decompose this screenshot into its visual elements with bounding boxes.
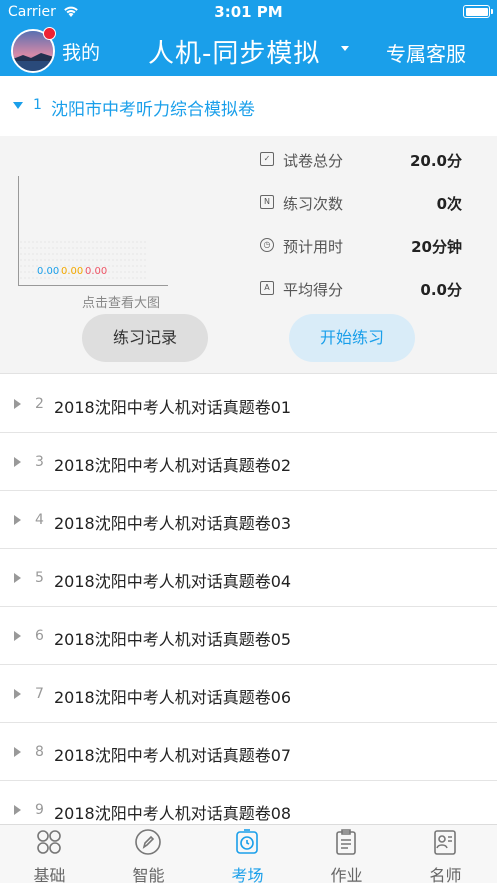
paper-title: 2018沈阳中考人机对话真题卷02: [54, 456, 292, 475]
top-bar: Carrier 3:01 PM 我的 人机-同步模拟 专属客服: [0, 0, 497, 76]
teacher-card-icon: [434, 830, 456, 855]
view-large-chart-link[interactable]: 点击查看大图: [82, 292, 160, 311]
tab-label: 名师: [429, 866, 462, 883]
paper-index: 7: [35, 686, 44, 702]
tab-teachers[interactable]: 名师: [396, 825, 495, 883]
score-mini-chart[interactable]: 0.00 0.00 0.00: [18, 176, 168, 286]
list-item[interactable]: 4 2018沈阳中考人机对话真题卷03: [0, 491, 497, 549]
chart-value-label: 0.00: [85, 266, 107, 277]
paper-row-expanded[interactable]: 1 沈阳市中考听力综合模拟卷: [0, 76, 497, 136]
battery-icon: [463, 5, 493, 18]
tab-smart[interactable]: 智能: [99, 825, 198, 883]
page-title[interactable]: 人机-同步模拟: [148, 33, 320, 70]
tab-label: 基础: [33, 866, 66, 883]
my-profile-link[interactable]: 我的: [62, 38, 100, 65]
paper-title: 沈阳市中考听力综合模拟卷: [51, 100, 255, 120]
grid-circles-icon: [37, 830, 61, 854]
list-item[interactable]: 3 2018沈阳中考人机对话真题卷02: [0, 433, 497, 491]
paper-index: 9: [35, 802, 44, 818]
tab-homework[interactable]: 作业: [297, 825, 396, 883]
paper-index: 2: [35, 396, 44, 412]
paper-title: 2018沈阳中考人机对话真题卷05: [54, 630, 292, 649]
paper-title: 2018沈阳中考人机对话真题卷08: [54, 804, 292, 823]
tab-label: 智能: [132, 866, 165, 883]
stat-label: 练习次数: [283, 195, 344, 213]
list-item[interactable]: 8 2018沈阳中考人机对话真题卷07: [0, 723, 497, 781]
triangle-right-icon: [14, 747, 21, 757]
list-item[interactable]: 5 2018沈阳中考人机对话真题卷04: [0, 549, 497, 607]
a-box-icon: A: [260, 281, 274, 295]
clock: 3:01 PM: [214, 3, 283, 21]
paper-index: 5: [35, 570, 44, 586]
stat-value: 0.0分: [420, 281, 462, 299]
paper-detail-panel: 0.00 0.00 0.00 点击查看大图 ✓ 试卷总分 20.0分 N 练习次…: [0, 136, 497, 374]
list-item[interactable]: 2 2018沈阳中考人机对话真题卷01: [0, 375, 497, 433]
pen-circle-icon: [135, 829, 161, 855]
triangle-right-icon: [14, 399, 21, 409]
timer-icon: [236, 829, 258, 854]
stat-value: 0次: [436, 195, 462, 213]
clipboard-list-icon: [336, 829, 356, 855]
chevron-down-icon[interactable]: [341, 46, 349, 51]
stat-practice-count: N 练习次数 0次: [260, 193, 470, 213]
stat-value: 20分钟: [411, 238, 462, 256]
tab-exam-room[interactable]: 考场: [198, 825, 297, 883]
stat-value: 20.0分: [409, 152, 462, 170]
paper-index: 4: [35, 512, 44, 528]
stat-label: 预计用时: [283, 238, 344, 256]
paper-title: 2018沈阳中考人机对话真题卷04: [54, 572, 292, 591]
triangle-right-icon: [14, 573, 21, 583]
practice-record-button[interactable]: 练习记录: [82, 314, 208, 362]
start-practice-button[interactable]: 开始练习: [289, 314, 415, 362]
clock-icon: ◷: [260, 238, 274, 252]
bottom-tab-bar: 基础 智能 考场 作业 名师: [0, 824, 497, 883]
status-bar: Carrier 3:01 PM: [0, 0, 497, 24]
clipboard-check-icon: ✓: [260, 152, 274, 166]
paper-index: 6: [35, 628, 44, 644]
triangle-right-icon: [14, 805, 21, 815]
stat-label: 试卷总分: [283, 152, 344, 170]
tab-label: 考场: [231, 866, 264, 883]
triangle-right-icon: [14, 515, 21, 525]
chart-value-label: 0.00: [61, 266, 83, 277]
triangle-right-icon: [14, 631, 21, 641]
stat-label: 平均得分: [283, 281, 344, 299]
triangle-down-icon: [13, 102, 23, 109]
stat-estimated-time: ◷ 预计用时 20分钟: [260, 236, 470, 256]
paper-title: 2018沈阳中考人机对话真题卷03: [54, 514, 292, 533]
notification-dot: [43, 27, 56, 40]
paper-index: 1: [33, 97, 42, 113]
paper-title: 2018沈阳中考人机对话真题卷01: [54, 398, 292, 417]
paper-list: 2 2018沈阳中考人机对话真题卷01 3 2018沈阳中考人机对话真题卷02 …: [0, 375, 497, 839]
stat-average-score: A 平均得分 0.0分: [260, 279, 470, 299]
list-item[interactable]: 6 2018沈阳中考人机对话真题卷05: [0, 607, 497, 665]
triangle-right-icon: [14, 689, 21, 699]
tab-label: 作业: [330, 866, 363, 883]
paper-index: 3: [35, 454, 44, 470]
stat-total-score: ✓ 试卷总分 20.0分: [260, 150, 470, 170]
paper-title: 2018沈阳中考人机对话真题卷07: [54, 746, 292, 765]
paper-title: 2018沈阳中考人机对话真题卷06: [54, 688, 292, 707]
triangle-right-icon: [14, 457, 21, 467]
chart-value-label: 0.00: [37, 266, 59, 277]
list-item[interactable]: 7 2018沈阳中考人机对话真题卷06: [0, 665, 497, 723]
n-box-icon: N: [260, 195, 274, 209]
paper-index: 8: [35, 744, 44, 760]
tab-basics[interactable]: 基础: [0, 825, 99, 883]
customer-service-button[interactable]: 专属客服: [386, 38, 466, 67]
